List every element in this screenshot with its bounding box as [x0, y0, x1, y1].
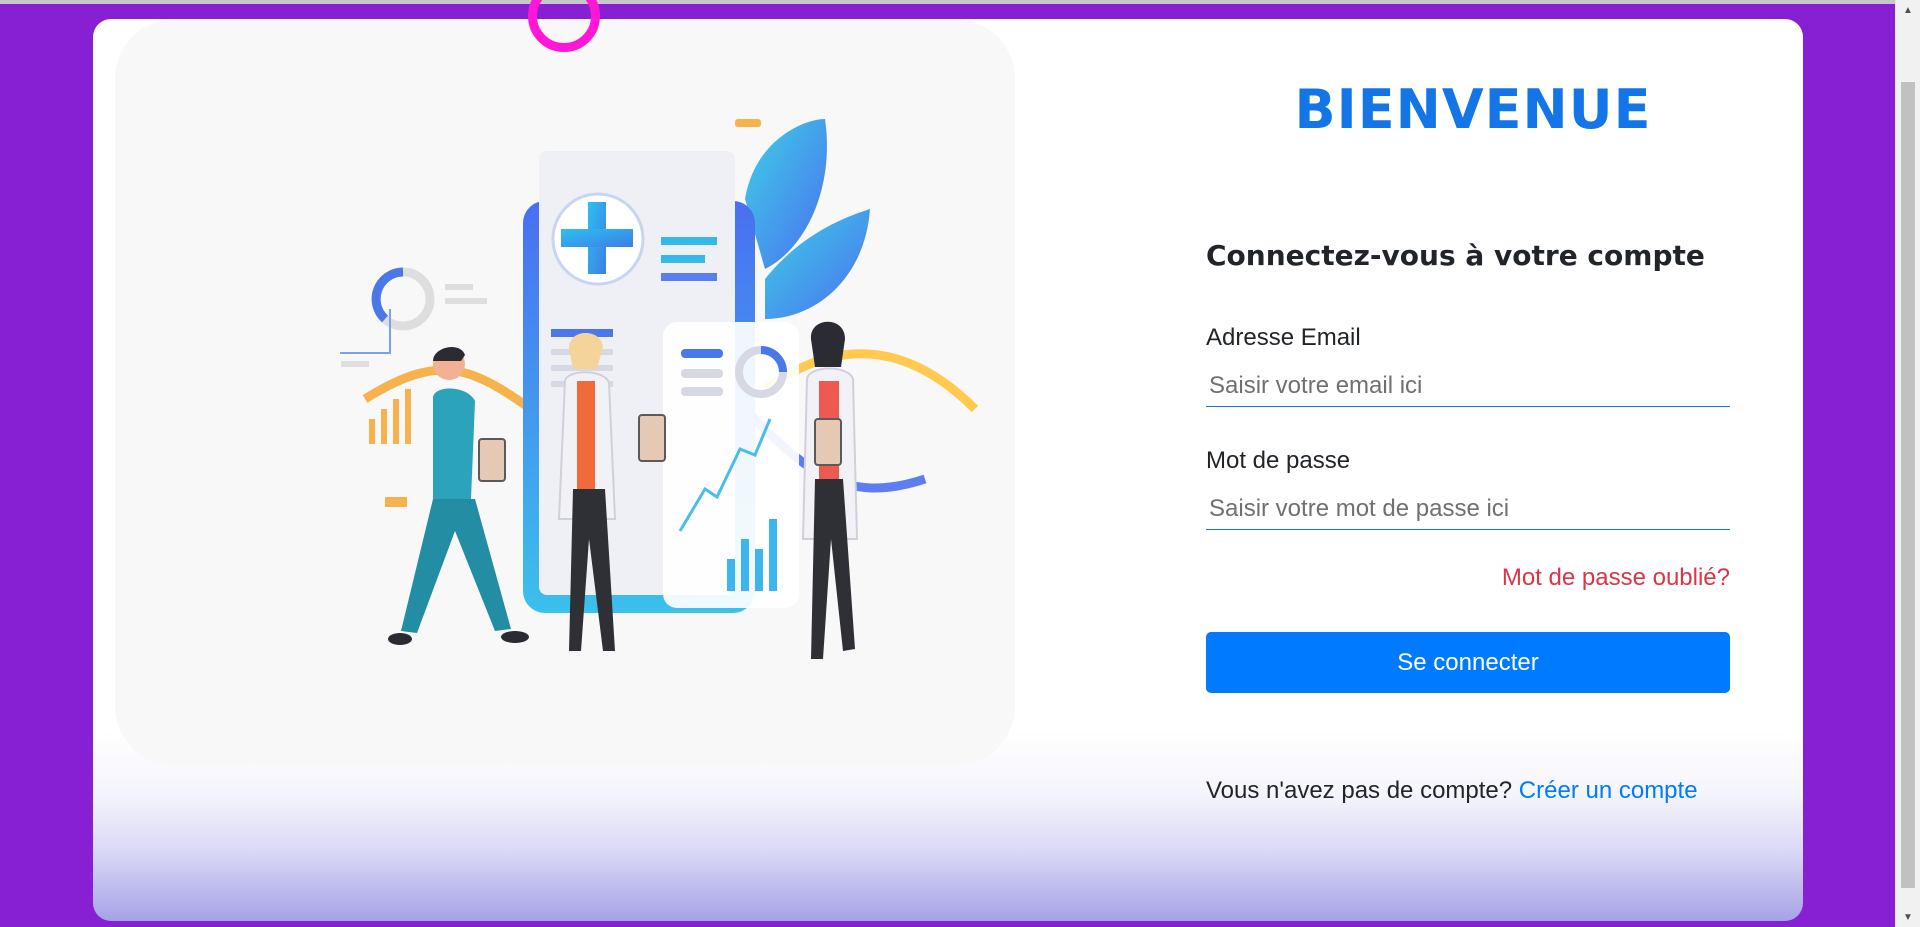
signup-row: Vous n'avez pas de compte? Créer un comp… — [1206, 777, 1730, 805]
login-form: Connectez-vous à votre compte Adresse Em… — [1206, 239, 1730, 805]
welcome-heading: BIENVENUE — [1294, 78, 1652, 141]
scrollbar-thumb[interactable] — [1901, 82, 1915, 888]
window-top-border — [0, 0, 1896, 4]
illustration-panel — [115, 19, 1015, 766]
email-group: Adresse Email — [1206, 324, 1730, 407]
password-label: Mot de passe — [1206, 447, 1351, 474]
email-label: Adresse Email — [1206, 324, 1361, 351]
page-scrollbar[interactable]: ▲ ▼ — [1895, 0, 1920, 927]
login-button[interactable]: Se connecter — [1206, 632, 1730, 693]
forgot-password-link[interactable]: Mot de passe oublié? — [1206, 564, 1730, 592]
password-group: Mot de passe — [1206, 447, 1730, 530]
scroll-down-icon[interactable]: ▼ — [1896, 907, 1920, 927]
signup-prompt: Vous n'avez pas de compte? — [1206, 777, 1513, 804]
medical-team-illustration — [340, 119, 979, 659]
scroll-up-icon[interactable]: ▲ — [1896, 0, 1920, 20]
form-title: Connectez-vous à votre compte — [1206, 239, 1705, 272]
create-account-link[interactable]: Créer un compte — [1519, 777, 1698, 804]
login-card: BIENVENUE Connectez-vous à votre compte … — [93, 19, 1803, 921]
email-field[interactable] — [1206, 366, 1730, 407]
password-field[interactable] — [1206, 489, 1730, 530]
